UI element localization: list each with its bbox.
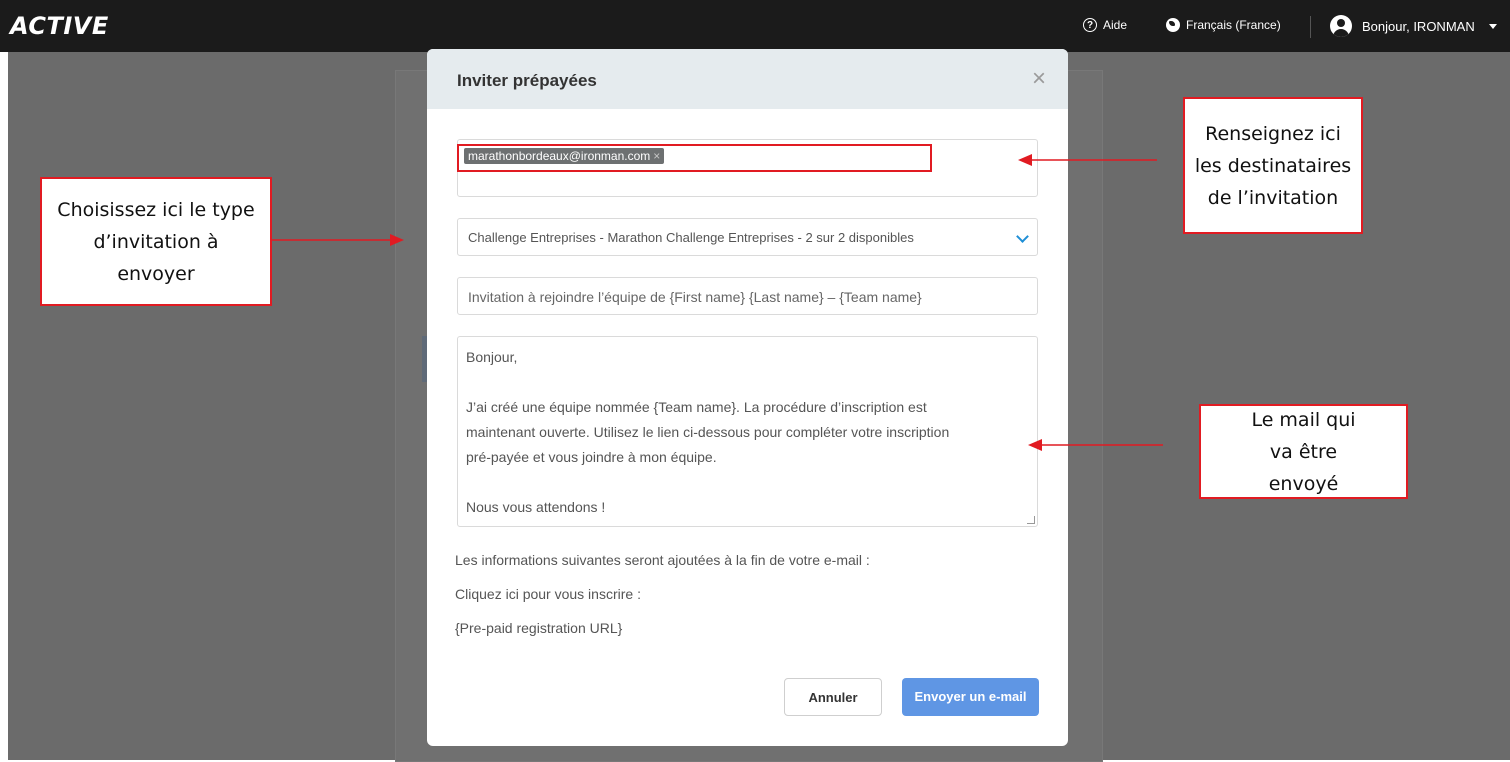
- invitation-type-select[interactable]: Challenge Entreprises - Marathon Challen…: [457, 218, 1038, 256]
- message-line: Bonjour,: [466, 349, 518, 365]
- callout-invitation-type: Choisissez ici le type d’invitation à en…: [40, 177, 272, 306]
- recipient-highlight-box: [457, 144, 932, 172]
- close-icon[interactable]: ×: [1032, 67, 1046, 91]
- subject-field[interactable]: Invitation à rejoindre l’équipe de {Firs…: [457, 277, 1038, 315]
- callout-text: Renseignez ici les destinataires de l’in…: [1194, 122, 1352, 209]
- info-text: Cliquez ici pour vous inscrire :: [455, 586, 641, 602]
- registration-url-placeholder: {Pre-paid registration URL}: [455, 620, 623, 636]
- chevron-down-icon: [1488, 23, 1497, 29]
- info-text: Les informations suivantes seront ajouté…: [455, 552, 870, 568]
- invitation-type-value: Challenge Entreprises - Marathon Challen…: [468, 230, 914, 245]
- active-logo[interactable]: ACTIVE: [10, 12, 109, 40]
- message-textarea[interactable]: Bonjour, J’ai créé une équipe nommée {Te…: [457, 336, 1038, 527]
- language-label: Français (France): [1186, 18, 1281, 32]
- modal-header: Inviter prépayées ×: [427, 49, 1068, 109]
- globe-icon: [1166, 18, 1180, 32]
- topbar-divider: [1310, 16, 1311, 38]
- chevron-down-icon: [1016, 230, 1029, 243]
- message-line: J’ai créé une équipe nommée {Team name}.…: [466, 399, 927, 415]
- help-link[interactable]: ? Aide: [1083, 18, 1127, 32]
- message-line: Nous vous attendons !: [466, 499, 606, 515]
- resize-handle[interactable]: [1027, 516, 1035, 524]
- language-selector[interactable]: Français (France): [1166, 18, 1281, 32]
- cancel-button[interactable]: Annuler: [784, 678, 882, 716]
- help-icon: ?: [1083, 18, 1097, 32]
- callout-text: Choisissez ici le type d’invitation à en…: [57, 198, 255, 285]
- send-email-button[interactable]: Envoyer un e-mail: [902, 678, 1039, 716]
- callout-text: Le mail qui va être envoyé: [1251, 408, 1356, 495]
- callout-recipients: Renseignez ici les destinataires de l’in…: [1183, 97, 1363, 234]
- user-avatar-icon: [1330, 15, 1352, 37]
- help-label: Aide: [1103, 18, 1128, 32]
- top-navigation-bar: ACTIVE ? Aide Français (France) Bonjour,…: [0, 0, 1510, 52]
- callout-mail: Le mail qui va être envoyé: [1199, 404, 1408, 499]
- message-line: pré-payée et vous joindre à mon équipe.: [466, 449, 717, 465]
- user-menu[interactable]: Bonjour, IRONMAN: [1330, 15, 1497, 37]
- user-greeting: Bonjour, IRONMAN: [1362, 18, 1475, 34]
- modal-title: Inviter prépayées: [457, 71, 597, 90]
- message-line: maintenant ouverte. Utilisez le lien ci-…: [466, 424, 950, 440]
- subject-value: Invitation à rejoindre l’équipe de {Firs…: [468, 289, 922, 305]
